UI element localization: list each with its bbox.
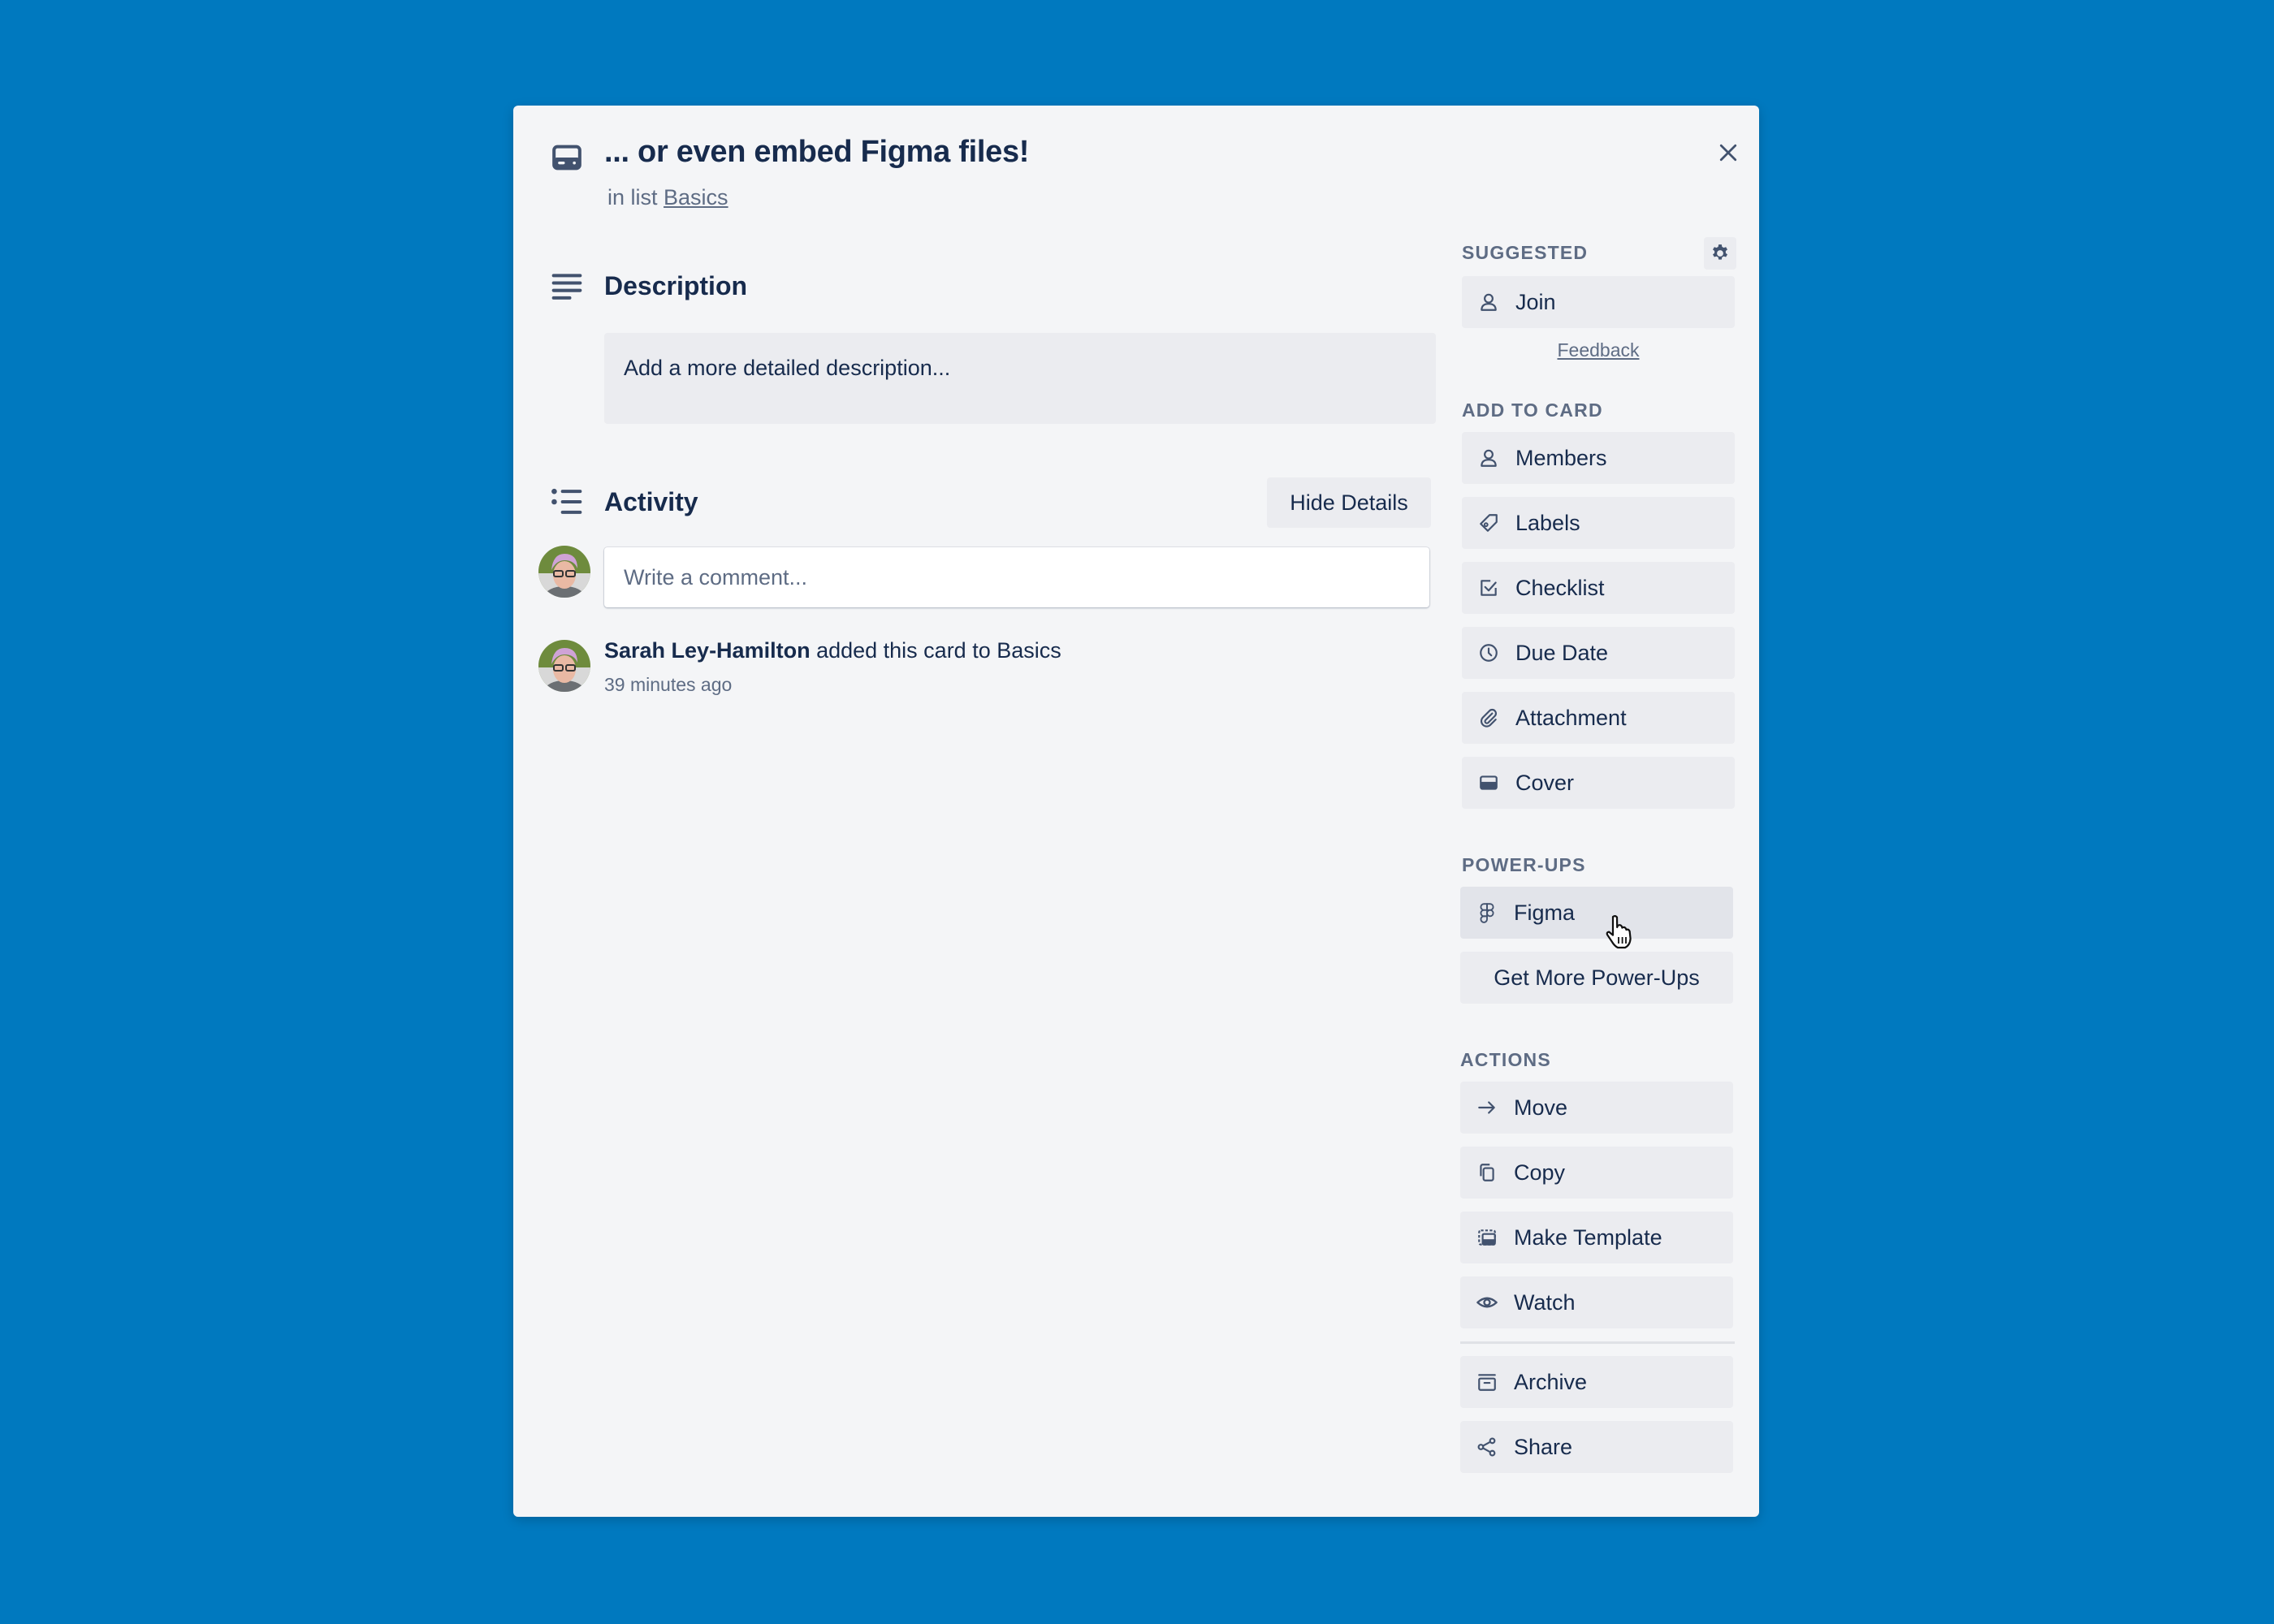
move-label: Move (1514, 1095, 1568, 1120)
arrow-right-icon (1475, 1095, 1499, 1120)
cover-button[interactable]: Cover (1462, 757, 1735, 809)
activity-action: added this card to Basics (816, 638, 1061, 663)
share-button[interactable]: Share (1460, 1421, 1733, 1473)
description-heading: Description (604, 271, 748, 300)
description-placeholder: Add a more detailed description... (624, 356, 951, 380)
copy-label: Copy (1514, 1160, 1566, 1185)
archive-button[interactable]: Archive (1460, 1356, 1733, 1408)
list-reference: in list Basics (607, 185, 728, 210)
get-more-power-ups-label: Get More Power-Ups (1494, 965, 1700, 990)
move-button[interactable]: Move (1460, 1082, 1733, 1134)
checklist-label: Checklist (1515, 575, 1605, 600)
gear-icon (1713, 244, 1727, 260)
checklist-icon (1476, 576, 1501, 600)
member-icon (1476, 446, 1501, 470)
hide-details-button[interactable]: Hide Details (1267, 477, 1431, 528)
cover-icon (1476, 771, 1501, 795)
close-icon (1719, 144, 1737, 162)
paperclip-icon (1476, 706, 1501, 730)
share-icon (1475, 1435, 1499, 1459)
current-user-avatar[interactable] (538, 546, 590, 598)
activity-user-avatar[interactable] (538, 640, 590, 692)
avatar-image (538, 546, 590, 598)
watch-button[interactable]: Watch (1460, 1276, 1733, 1328)
attachment-button[interactable]: Attachment (1462, 692, 1735, 744)
suggested-label: Suggested (1462, 242, 1589, 263)
template-icon (1475, 1225, 1499, 1250)
list-link[interactable]: Basics (664, 185, 728, 209)
figma-icon (1475, 901, 1499, 925)
avatar-image (538, 640, 590, 692)
card-title[interactable]: ... or even embed Figma files! (604, 135, 1029, 170)
clock-icon (1476, 641, 1501, 665)
get-more-power-ups-button[interactable]: Get More Power-Ups (1460, 952, 1733, 1004)
activity-user-name[interactable]: Sarah Ley-Hamilton (604, 638, 811, 663)
label-icon (1476, 511, 1501, 535)
archive-label: Archive (1514, 1369, 1588, 1394)
activity-entry: Sarah Ley-Hamilton added this card to Ba… (604, 638, 1061, 663)
card-detail-modal: ... or even embed Figma files! in list B… (513, 106, 1759, 1517)
activity-timestamp[interactable]: 39 minutes ago (604, 674, 732, 696)
actions-divider (1460, 1341, 1735, 1344)
power-ups-label: Power-Ups (1462, 854, 1586, 875)
suggested-settings-button[interactable] (1704, 237, 1736, 270)
join-label: Join (1515, 289, 1556, 314)
members-label: Members (1515, 445, 1607, 470)
copy-button[interactable]: Copy (1460, 1147, 1733, 1199)
feedback-link[interactable]: Feedback (1462, 339, 1735, 361)
make-template-button[interactable]: Make Template (1460, 1212, 1733, 1263)
member-icon (1476, 290, 1501, 314)
copy-icon (1475, 1160, 1499, 1185)
comment-input[interactable] (604, 547, 1429, 607)
activity-icon (551, 488, 582, 514)
archive-icon (1475, 1370, 1499, 1394)
eye-icon (1475, 1290, 1499, 1315)
make-template-label: Make Template (1514, 1224, 1662, 1250)
due-date-label: Due Date (1515, 640, 1609, 665)
in-list-prefix: in list (607, 185, 658, 209)
description-editor[interactable]: Add a more detailed description... (604, 333, 1436, 424)
actions-label: Actions (1460, 1049, 1551, 1070)
labels-button[interactable]: Labels (1462, 497, 1735, 549)
close-button[interactable] (1704, 128, 1753, 177)
labels-label: Labels (1515, 510, 1580, 535)
join-button[interactable]: Join (1462, 276, 1735, 328)
cover-label: Cover (1515, 770, 1575, 795)
share-label: Share (1514, 1434, 1573, 1459)
members-button[interactable]: Members (1462, 432, 1735, 484)
due-date-button[interactable]: Due Date (1462, 627, 1735, 679)
add-to-card-label: Add to card (1462, 400, 1603, 421)
figma-power-up-button[interactable]: Figma (1460, 887, 1733, 939)
card-icon (552, 145, 581, 171)
watch-label: Watch (1514, 1289, 1576, 1315)
activity-heading: Activity (604, 487, 698, 516)
attachment-label: Attachment (1515, 705, 1627, 730)
checklist-button[interactable]: Checklist (1462, 562, 1735, 614)
description-icon (551, 274, 582, 300)
figma-label: Figma (1514, 900, 1576, 925)
